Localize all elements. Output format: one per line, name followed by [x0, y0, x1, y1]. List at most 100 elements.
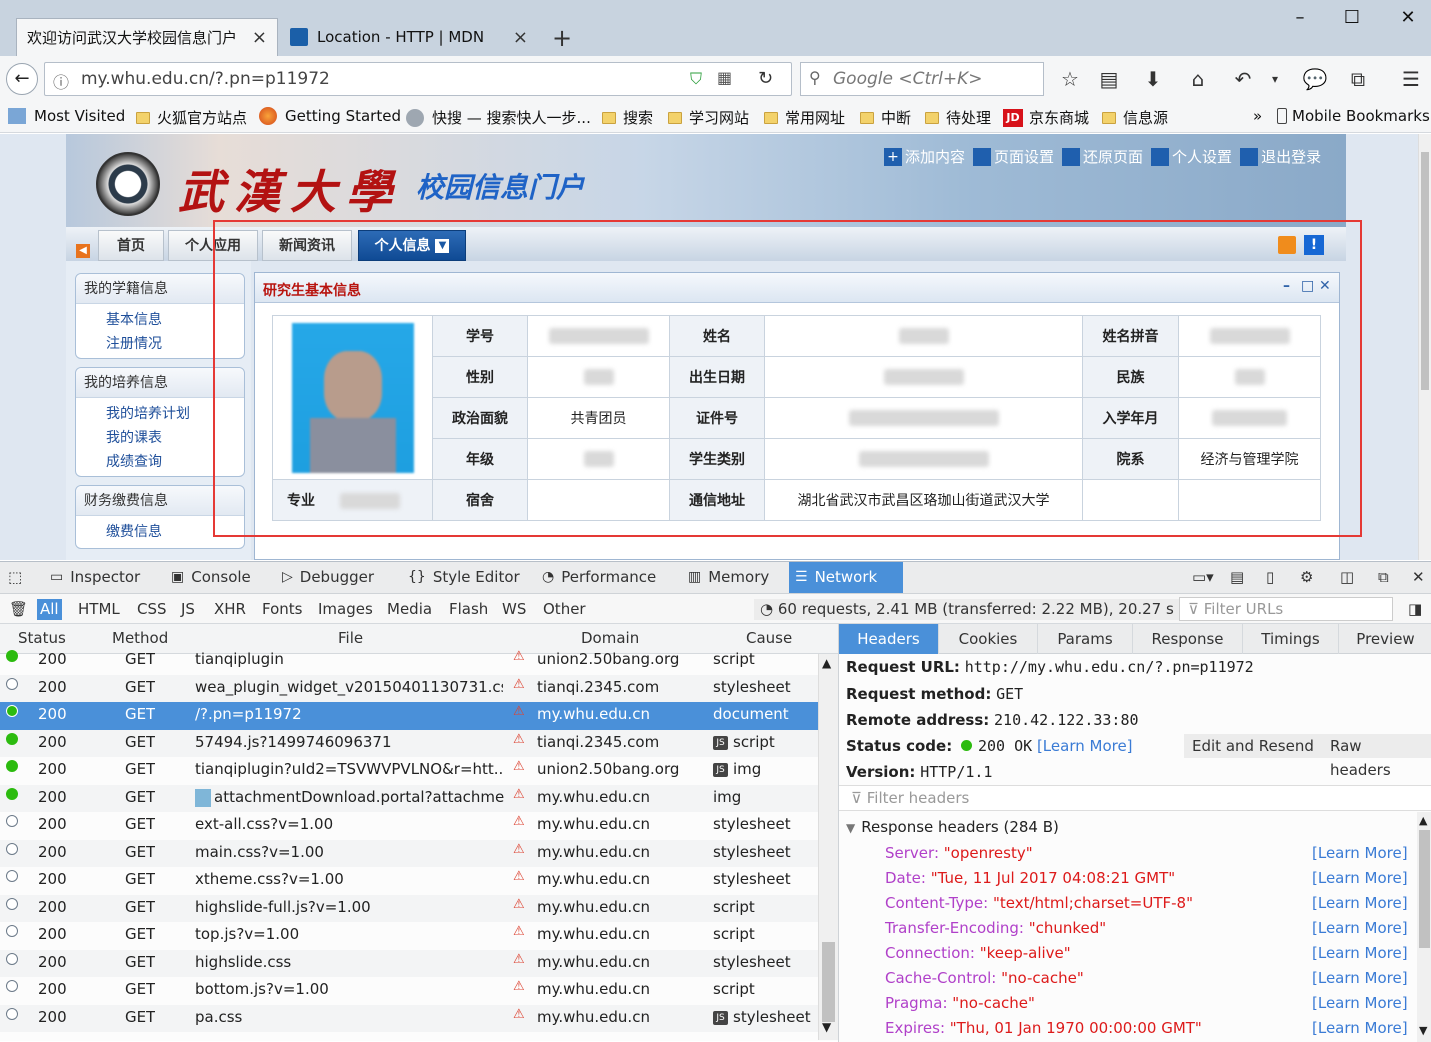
request-row[interactable]: 200 GET wea_plugin_widget_v20150401130731.…	[0, 674, 818, 702]
tool-network[interactable]: ☰ Network	[789, 562, 903, 593]
bookmark-star-icon[interactable]: ☆	[1055, 64, 1085, 94]
request-row[interactable]: 200 GET 57494.js?1499746096371 ⚠ tianqi.2345…	[0, 729, 818, 757]
filter-urls-input[interactable]: ⊽ Filter URLs	[1179, 597, 1393, 621]
bookmark-folder[interactable]: 中断	[860, 107, 911, 128]
response-header-row[interactable]: Pragma: "no-cache"	[885, 994, 1035, 1012]
learn-more-link[interactable]: [Learn More]	[1312, 969, 1408, 987]
column-status[interactable]: Status	[18, 629, 66, 647]
mobile-bookmarks[interactable]: Mobile Bookmarks	[1277, 107, 1430, 125]
filter-images[interactable]: Images	[315, 599, 376, 620]
search-box[interactable]: ⚲ Google <Ctrl+K>	[800, 62, 1044, 96]
menu-icon[interactable]: ☰	[1396, 64, 1426, 94]
page-settings-link[interactable]: 页面设置	[973, 146, 1054, 167]
raw-headers-button[interactable]: Raw headers	[1322, 734, 1431, 779]
request-row[interactable]: 200 GET tianqiplugin ⚠ union2.50bang.org scri…	[0, 647, 818, 675]
learn-more-link[interactable]: [Learn More]	[1312, 894, 1408, 912]
request-row[interactable]: 200 GET highslide-full.js?v=1.00 ⚠ my.whu.ed…	[0, 894, 818, 922]
personal-settings-link[interactable]: 个人设置	[1151, 146, 1232, 167]
details-tab-headers[interactable]: Headers	[839, 624, 939, 654]
bookmark-folder[interactable]: 学习网站	[668, 107, 749, 128]
tab-mdn[interactable]: Location - HTTP | MDN ×	[280, 18, 538, 56]
dock-layout-icon[interactable]: ▭▾	[1186, 562, 1220, 593]
request-row[interactable]: 200 GET tianqiplugin?uId2=TSVWVPVLNO&r=htt…	[0, 757, 818, 785]
filter-headers-input[interactable]: ⊽ Filter headers	[839, 785, 1431, 811]
scrollbar-thumb[interactable]	[1421, 152, 1429, 390]
bookmarks-overflow-button[interactable]: »	[1253, 107, 1262, 125]
scroll-up-icon[interactable]: ▲	[822, 656, 831, 670]
undo-icon[interactable]: ↶	[1228, 64, 1258, 94]
learn-more-link[interactable]: [Learn More]	[1312, 919, 1408, 937]
request-row[interactable]: 200 GET /?.pn=p11972 ⚠ my.whu.edu.cn document	[0, 702, 818, 730]
reload-icon[interactable]: ↻	[758, 68, 773, 89]
response-header-row[interactable]: Server: "openresty"	[885, 844, 1033, 862]
details-tab-response[interactable]: Response	[1133, 624, 1243, 654]
screenshot-icon[interactable]: ⧉	[1343, 64, 1373, 94]
tool-style-editor[interactable]: {} Style Editor	[402, 562, 526, 593]
element-picker-icon[interactable]: ⬚	[2, 562, 28, 593]
request-row[interactable]: 200 GET main.css?v=1.00 ⚠ my.whu.edu.cn style…	[0, 839, 818, 867]
new-tab-button[interactable]: +	[552, 24, 572, 52]
learn-more-link[interactable]: [Learn More]	[1312, 869, 1408, 887]
download-icon[interactable]: ⬇	[1138, 64, 1168, 94]
response-header-row[interactable]: Cache-Control: "no-cache"	[885, 969, 1084, 987]
bookmark-most-visited[interactable]: Most Visited	[8, 107, 125, 125]
request-list-scrollbar[interactable]: ▲ ▼	[818, 654, 838, 1040]
url-bar[interactable]: ⓘ my.whu.edu.cn/?.pn=p11972 ⛉ ▦ ↻	[44, 62, 792, 96]
shield-icon[interactable]: ⛉	[690, 69, 702, 89]
column-file[interactable]: File	[338, 629, 363, 647]
details-tab-timings[interactable]: Timings	[1243, 624, 1339, 654]
details-tab-params[interactable]: Params	[1038, 624, 1133, 654]
request-row[interactable]: 200 GET xtheme.css?v=1.00 ⚠ my.whu.edu.cn sty…	[0, 867, 818, 895]
response-header-row[interactable]: Date: "Tue, 11 Jul 2017 04:08:21 GMT"	[885, 869, 1175, 887]
tab-whu-portal[interactable]: 欢迎访问武汉大学校园信息门户 ×	[16, 18, 278, 56]
filter-media[interactable]: Media	[384, 599, 435, 620]
column-cause[interactable]: Cause	[746, 629, 792, 647]
tool-memory[interactable]: ▥ Memory	[682, 562, 775, 593]
responsive-mode-icon[interactable]: ▯	[1260, 562, 1280, 593]
url-text[interactable]: my.whu.edu.cn/?.pn=p11972	[81, 69, 330, 89]
tool-performance[interactable]: ◔ Performance	[536, 562, 662, 593]
gear-icon[interactable]: ⚙	[1294, 562, 1319, 593]
request-row[interactable]: 200 GET bottom.js?v=1.00 ⚠ my.whu.edu.cn scri…	[0, 977, 818, 1005]
filter-html[interactable]: HTML	[75, 599, 123, 620]
request-row[interactable]: 200 GET highslide.css ⚠ my.whu.edu.cn stylesh…	[0, 949, 818, 977]
toggle-side-panel-icon[interactable]: ◨	[1405, 599, 1425, 620]
home-icon[interactable]: ⌂	[1183, 64, 1213, 94]
back-icon[interactable]: ←	[6, 63, 38, 95]
bookmark-getting-started[interactable]: Getting Started	[259, 107, 401, 125]
bookmark-folder[interactable]: 常用网址	[764, 107, 845, 128]
request-url-value[interactable]: http://my.whu.edu.cn/?.pn=p11972	[965, 658, 1254, 676]
nav-tab-home[interactable]: 首页	[98, 230, 164, 261]
tool-console[interactable]: ▣ Console	[165, 562, 257, 593]
details-tab-preview[interactable]: Preview	[1339, 624, 1431, 654]
response-headers-toggle[interactable]: ▼ Response headers (284 B)	[846, 818, 1059, 836]
response-header-row[interactable]: Expires: "Thu, 01 Jan 1970 00:00:00 GMT"	[885, 1019, 1202, 1037]
reading-list-icon[interactable]: ▤	[1094, 64, 1124, 94]
tool-inspector[interactable]: ▭ Inspector	[44, 562, 146, 593]
filter-other[interactable]: Other	[540, 599, 589, 620]
response-header-row[interactable]: Connection: "keep-alive"	[885, 944, 1071, 962]
add-content-link[interactable]: + 添加内容	[884, 146, 965, 167]
collapse-arrow-icon[interactable]: ◀	[76, 244, 90, 258]
bookmark-folder[interactable]: 火狐官方站点	[136, 107, 247, 128]
scroll-down-icon[interactable]: ▼	[1419, 1024, 1427, 1037]
filter-xhr[interactable]: XHR	[211, 599, 249, 620]
tool-debugger[interactable]: ▷ Debugger	[276, 562, 380, 593]
details-tab-cookies[interactable]: Cookies	[939, 624, 1038, 654]
filter-fonts[interactable]: Fonts	[259, 599, 305, 620]
restore-page-link[interactable]: 还原页面	[1062, 146, 1143, 167]
learn-more-link[interactable]: [Learn More]	[1312, 944, 1408, 962]
bookmark-folder[interactable]: 待处理	[925, 107, 991, 128]
trash-icon[interactable]: 🗑	[6, 599, 31, 620]
details-scrollbar[interactable]: ▲ ▼	[1417, 812, 1431, 1042]
request-row[interactable]: 200 GET ext-all.css?v=1.00 ⚠ my.whu.edu.cn st…	[0, 812, 818, 840]
learn-more-link[interactable]: [Learn More]	[1312, 844, 1408, 862]
response-header-row[interactable]: Content-Type: "text/html;charset=UTF-8"	[885, 894, 1193, 912]
info-icon[interactable]: ⓘ	[53, 69, 69, 93]
maximize-icon[interactable]: ☐	[1332, 4, 1372, 32]
split-console-icon[interactable]: ▤	[1224, 562, 1250, 593]
filter-ws[interactable]: WS	[499, 599, 529, 620]
qr-code-icon[interactable]: ▦	[717, 68, 732, 87]
chevron-down-icon[interactable]: ▾	[1260, 64, 1290, 94]
bookmark-folder[interactable]: 信息源	[1102, 107, 1168, 128]
